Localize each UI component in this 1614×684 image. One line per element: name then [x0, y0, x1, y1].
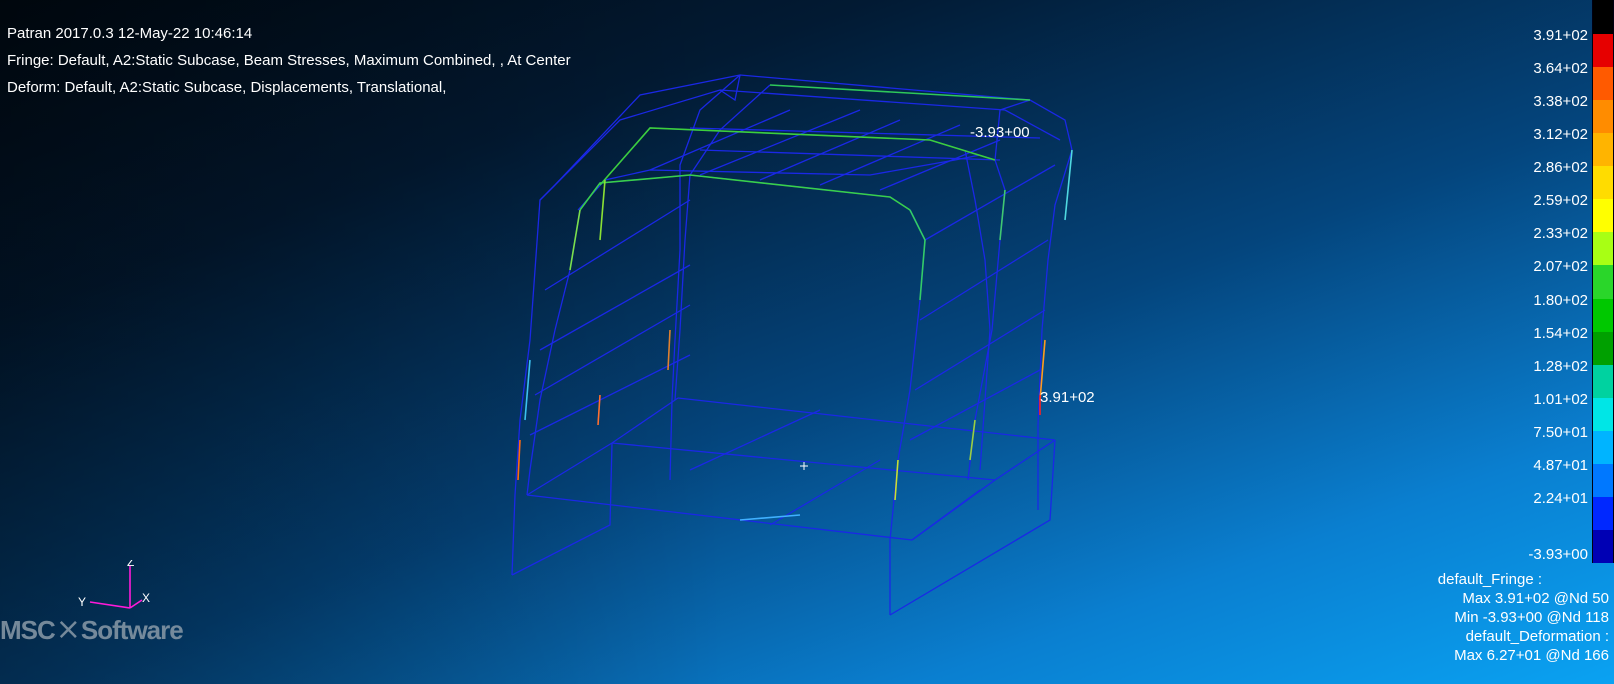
- summary-fringe-max: Max 3.91+02 @Nd 50: [1462, 590, 1609, 607]
- legend-swatch: [1592, 133, 1614, 167]
- legend-swatch: [1592, 166, 1614, 200]
- max-value-label: 3.91+02: [1040, 389, 1095, 406]
- stress-fringe-highlights: [517, 84, 1073, 521]
- legend-swatch: [1592, 364, 1614, 398]
- legend-label: 1.54+02: [1533, 324, 1588, 342]
- legend-swatch: [1592, 232, 1614, 266]
- summary-deformation-title: default_Deformation :: [1465, 628, 1609, 645]
- msc-software-logo: MSC⨯Software: [0, 613, 184, 646]
- triad-x-label: X: [142, 591, 150, 605]
- legend-swatch: [1592, 265, 1614, 299]
- legend-swatch: [1592, 430, 1614, 464]
- fringe-description: Fringe: Default, A2:Static Subcase, Beam…: [7, 52, 571, 69]
- min-value-label: -3.93+00: [970, 124, 1030, 141]
- legend-label: 7.50+01: [1533, 423, 1588, 441]
- deform-description: Deform: Default, A2:Static Subcase, Disp…: [7, 79, 447, 96]
- legend-label: 2.24+01: [1533, 489, 1588, 507]
- logo-text-software: Software: [80, 615, 184, 645]
- legend-label: 3.91+02: [1533, 27, 1588, 44]
- legend-label: 2.86+02: [1533, 159, 1588, 177]
- summary-deformation-max: Max 6.27+01 @Nd 166: [1454, 647, 1609, 664]
- legend-swatch: [1592, 34, 1614, 68]
- legend-label: 1.80+02: [1533, 291, 1588, 309]
- legend-swatch: [1592, 529, 1614, 563]
- legend-label: 4.87+01: [1533, 456, 1588, 474]
- legend-label: 2.59+02: [1533, 192, 1588, 210]
- legend-swatch: [1592, 100, 1614, 134]
- legend-label: 2.33+02: [1533, 225, 1588, 243]
- legend-swatch: [1592, 463, 1614, 497]
- model-wireframe: [511, 74, 1073, 616]
- legend-swatch: [1592, 298, 1614, 332]
- viewport-title: Patran 2017.0.3 12-May-22 10:46:14: [7, 25, 253, 42]
- summary-fringe-min: Min -3.93+00 @Nd 118: [1454, 609, 1609, 626]
- legend-swatch: [1592, 67, 1614, 101]
- legend-swatch: [1592, 199, 1614, 233]
- triad-z-label: Z: [127, 560, 134, 569]
- legend-swatch: [1592, 331, 1614, 365]
- legend-label: -3.93+00: [1528, 546, 1588, 563]
- summary-fringe-title: default_Fringe :: [1437, 571, 1542, 588]
- triad-y-label: Y: [78, 595, 86, 609]
- beam-frame-model[interactable]: [0, 0, 1614, 684]
- legend-swatch-top: [1592, 0, 1614, 34]
- legend-label: 1.28+02: [1533, 357, 1588, 375]
- legend-label: 3.64+02: [1533, 60, 1588, 78]
- legend-label: 2.07+02: [1533, 258, 1588, 276]
- coordinate-triad-icon: Z Y X: [78, 560, 150, 609]
- legend-swatch: [1592, 397, 1614, 431]
- legend-label: 1.01+02: [1533, 390, 1588, 408]
- crosshair-cursor-icon: [800, 462, 808, 470]
- logo-text-msc: MSC: [0, 615, 56, 645]
- legend-label: 3.38+02: [1533, 93, 1588, 111]
- graphics-viewport[interactable]: Patran 2017.0.3 12-May-22 10:46:14 Fring…: [0, 0, 1614, 684]
- legend-swatch: [1592, 496, 1614, 530]
- legend-label: 3.12+02: [1533, 126, 1588, 144]
